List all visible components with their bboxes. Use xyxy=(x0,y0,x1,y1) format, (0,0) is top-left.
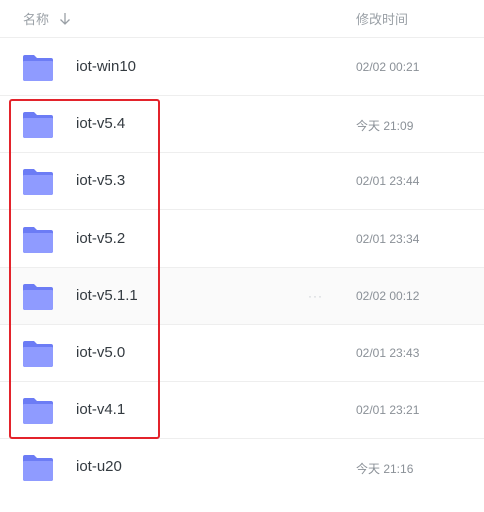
file-mtime: 02/01 23:43 xyxy=(356,346,420,360)
folder-icon xyxy=(23,455,53,481)
folder-icon xyxy=(23,169,53,195)
file-row[interactable]: iot-v5.4 今天 21:09 xyxy=(0,96,484,153)
column-name-label: 名称 xyxy=(23,12,50,27)
file-mtime: 今天 21:16 xyxy=(356,462,414,476)
folder-icon xyxy=(23,227,53,253)
column-mtime-header[interactable]: 修改时间 xyxy=(356,9,408,28)
folder-icon xyxy=(23,112,53,138)
file-row[interactable]: iot-v5.0 02/01 23:43 xyxy=(0,325,484,382)
column-name-header[interactable]: 名称 xyxy=(23,9,71,28)
file-name[interactable]: iot-v5.0 xyxy=(76,344,125,361)
file-name[interactable]: iot-v4.1 xyxy=(76,401,125,418)
file-mtime: 02/02 00:21 xyxy=(356,60,420,74)
file-name[interactable]: iot-v5.4 xyxy=(76,115,125,132)
file-name[interactable]: iot-win10 xyxy=(76,58,136,75)
file-row[interactable]: iot-v5.1.1 ··· 02/02 00:12 xyxy=(0,268,484,325)
folder-icon xyxy=(23,284,53,310)
file-row[interactable]: iot-win10 02/02 00:21 xyxy=(0,39,484,96)
list-header: 名称 修改时间 xyxy=(0,0,484,38)
file-mtime: 02/01 23:44 xyxy=(356,174,420,188)
file-name[interactable]: iot-u20 xyxy=(76,458,122,475)
file-name[interactable]: iot-v5.2 xyxy=(76,230,125,247)
file-mtime: 今天 21:09 xyxy=(356,119,414,133)
file-name[interactable]: iot-v5.3 xyxy=(76,172,125,189)
folder-icon xyxy=(23,55,53,81)
file-row[interactable]: iot-v4.1 02/01 23:21 xyxy=(0,382,484,439)
more-dots-icon[interactable]: ··· xyxy=(308,289,323,303)
file-name[interactable]: iot-v5.1.1 xyxy=(76,287,138,304)
file-mtime: 02/02 00:12 xyxy=(356,289,420,303)
sort-arrow-down-icon[interactable] xyxy=(59,12,71,26)
file-mtime: 02/01 23:34 xyxy=(356,232,420,246)
file-mtime: 02/01 23:21 xyxy=(356,403,420,417)
folder-icon xyxy=(23,398,53,424)
file-row[interactable]: iot-v5.3 02/01 23:44 xyxy=(0,153,484,210)
file-row[interactable]: iot-v5.2 02/01 23:34 xyxy=(0,211,484,268)
file-row[interactable]: iot-u20 今天 21:16 xyxy=(0,439,484,496)
folder-icon xyxy=(23,341,53,367)
